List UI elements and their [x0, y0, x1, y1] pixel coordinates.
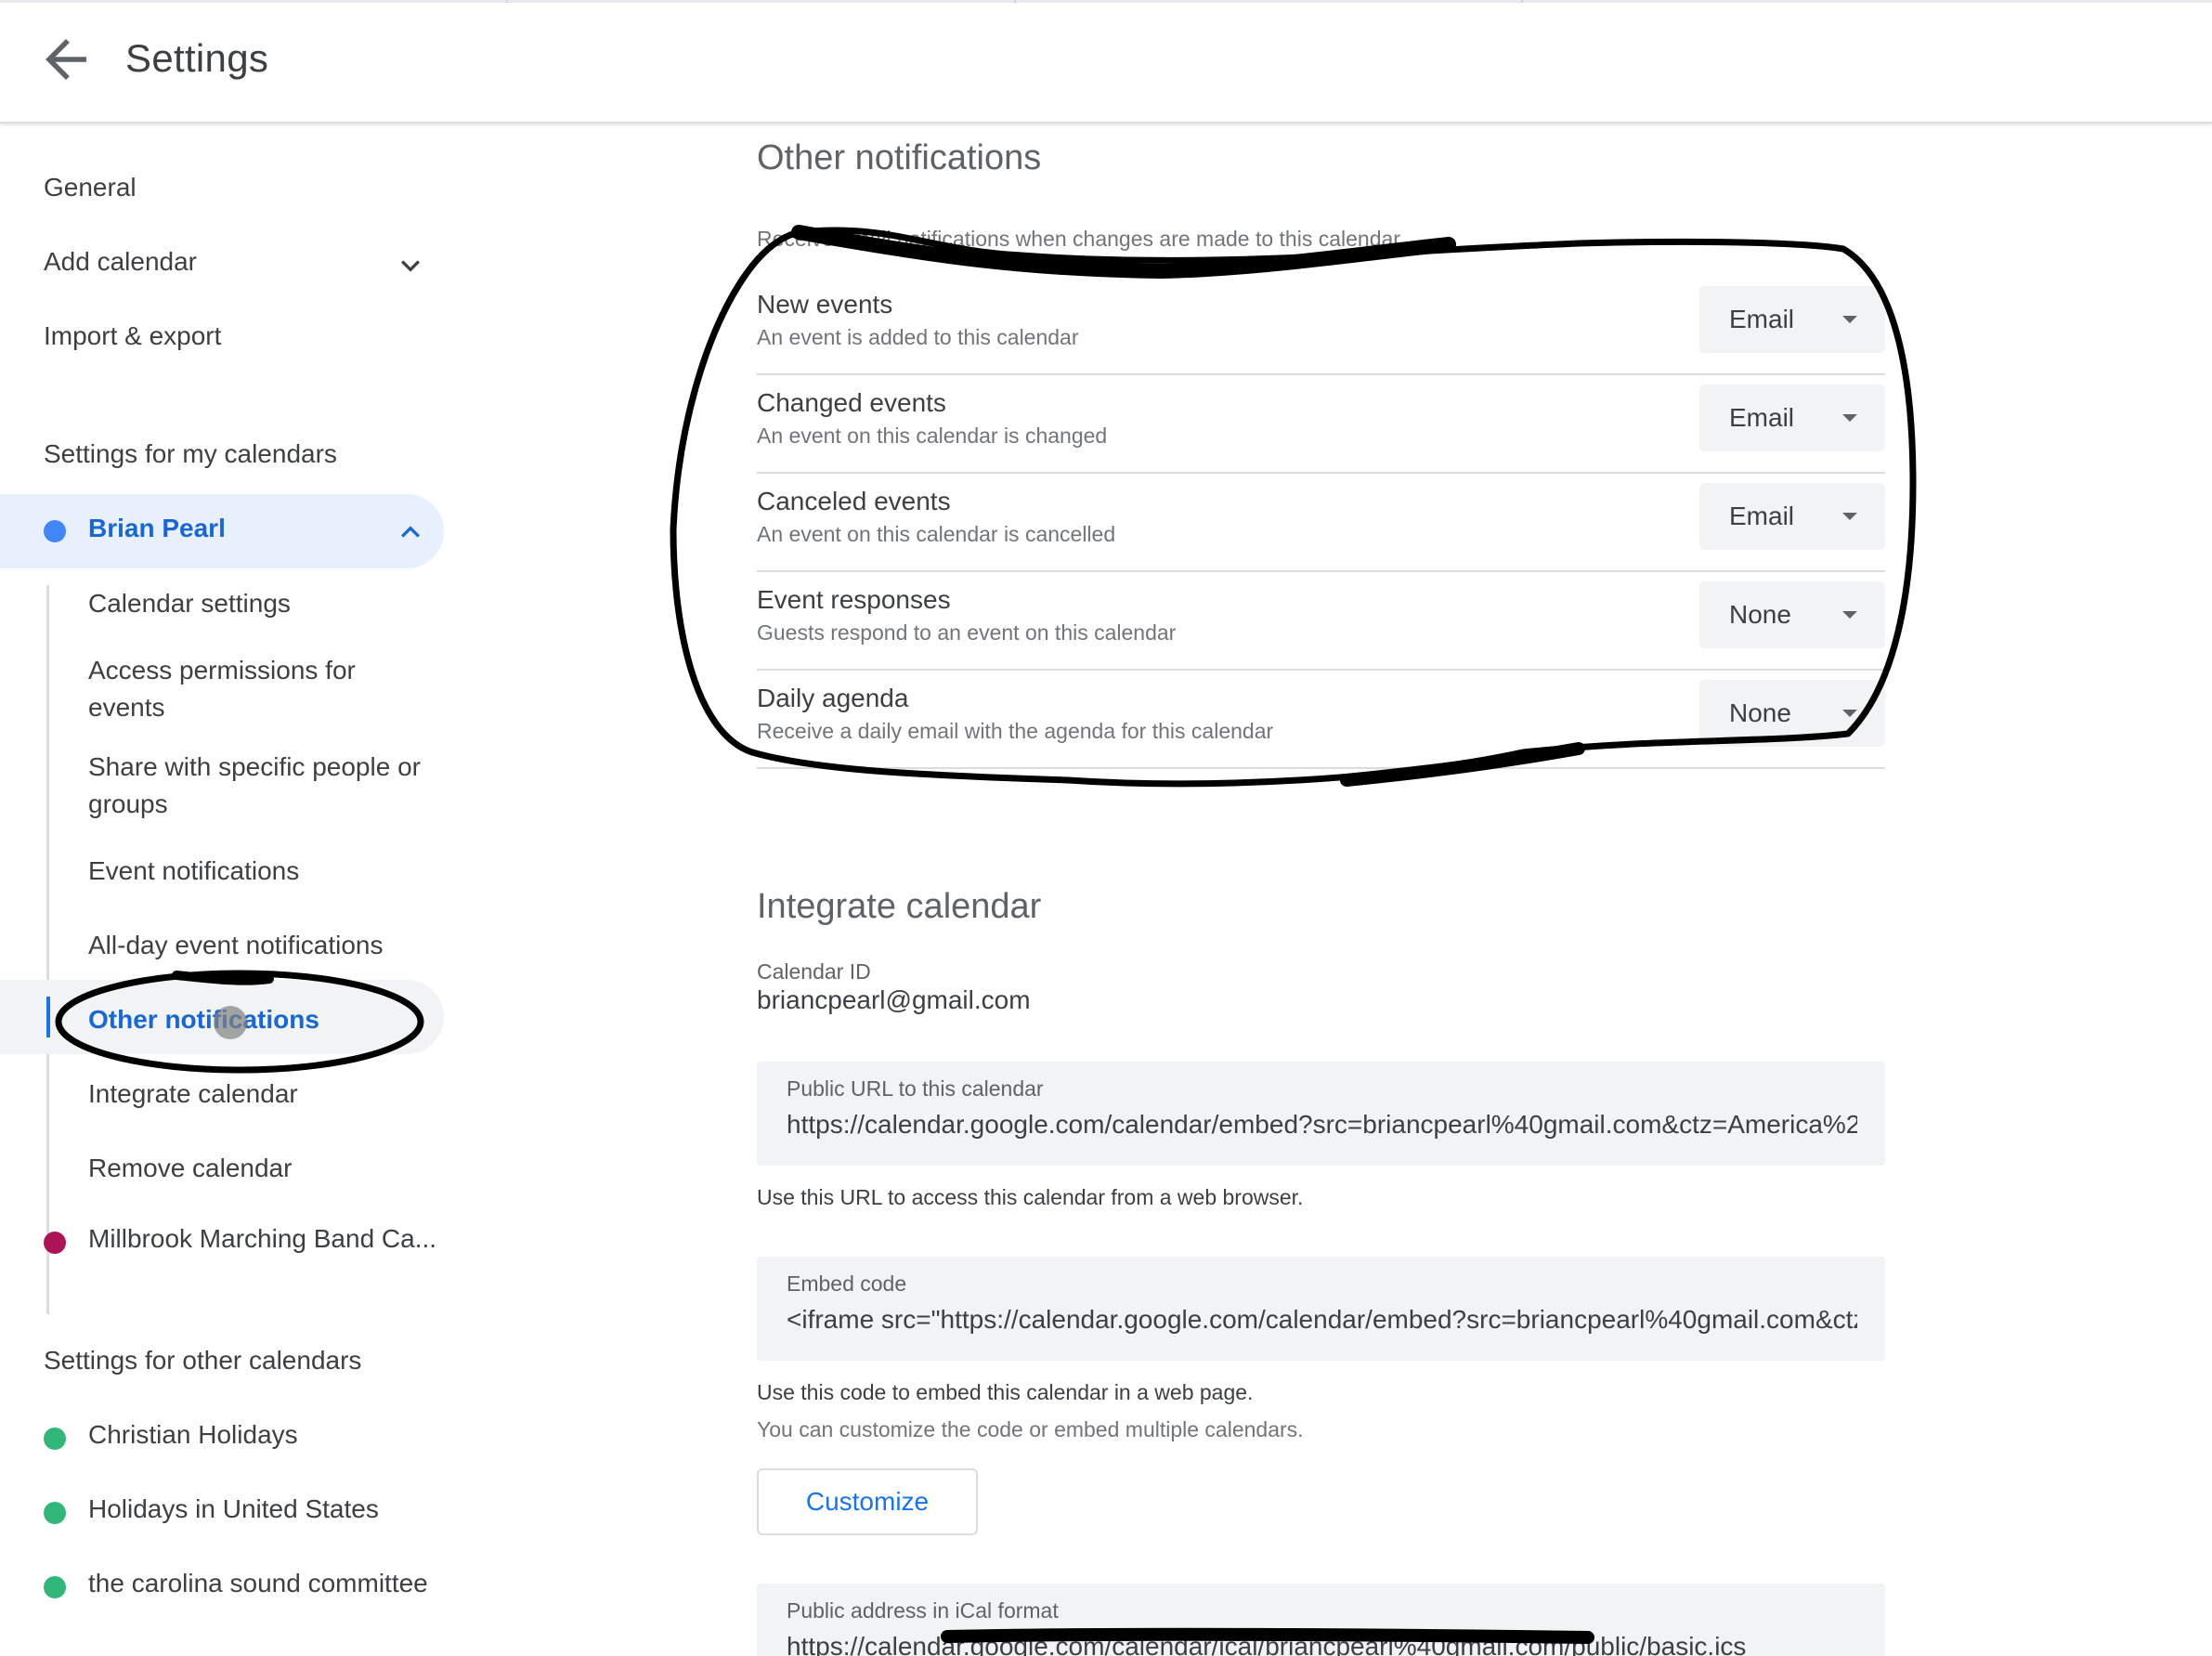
dropdown-arrow-icon: [1842, 513, 1857, 520]
calendar-name: Brian Pearl: [88, 514, 226, 542]
calendar-color-dot: [44, 1428, 66, 1450]
notif-desc: An event on this calendar is changed: [757, 424, 1108, 448]
notif-row-event-responses: Event responses Guests respond to an eve…: [757, 572, 1885, 671]
settings-page: Settings General Add calendar Import & e…: [0, 0, 2212, 1656]
dropdown-arrow-icon: [1842, 316, 1857, 323]
customize-button[interactable]: Customize: [757, 1468, 978, 1535]
sub-item-calendar-settings[interactable]: Calendar settings: [88, 585, 441, 622]
calendar-item-carolina-sound[interactable]: the carolina sound committee: [88, 1569, 428, 1598]
embed-help-secondary: You can customize the code or embed mult…: [757, 1417, 1304, 1441]
sub-item-integrate-calendar[interactable]: Integrate calendar: [88, 1076, 441, 1113]
nav-import-export[interactable]: Import & export: [44, 321, 221, 351]
pointer-cursor: [214, 1006, 247, 1039]
notif-select-event-responses[interactable]: None: [1699, 581, 1885, 648]
notif-name: Event responses: [757, 585, 951, 614]
ical-value[interactable]: https://calendar.google.com/calendar/ica…: [787, 1632, 1857, 1656]
notif-name: Changed events: [757, 388, 946, 417]
sub-menu-rail: [46, 585, 49, 1314]
sub-item-access-permissions[interactable]: Access permissions for events: [88, 652, 404, 726]
notif-row-canceled-events: Canceled events An event on this calenda…: [757, 474, 1885, 572]
sub-item-event-notifications[interactable]: Event notifications: [88, 853, 441, 890]
notif-name: Canceled events: [757, 487, 951, 515]
arrow-left-icon: [46, 39, 86, 80]
nav-add-calendar[interactable]: Add calendar: [44, 247, 197, 277]
calendar-item-us-holidays[interactable]: Holidays in United States: [88, 1494, 379, 1524]
chevron-up-icon[interactable]: [392, 514, 429, 551]
notif-desc: An event is added to this calendar: [757, 325, 1079, 349]
nav-general[interactable]: General: [44, 173, 137, 202]
notif-desc: An event on this calendar is cancelled: [757, 522, 1116, 546]
public-url-label: Public URL to this calendar: [787, 1076, 1044, 1101]
settings-header: Settings: [0, 3, 2212, 124]
select-value: Email: [1729, 403, 1795, 432]
my-calendars-heading: Settings for my calendars: [44, 439, 337, 468]
ical-field[interactable]: Public address in iCal format https://ca…: [757, 1584, 1885, 1656]
notif-select-changed-events[interactable]: Email: [1699, 385, 1885, 451]
sub-item-remove-calendar[interactable]: Remove calendar: [88, 1150, 441, 1187]
dropdown-arrow-icon: [1842, 710, 1857, 717]
public-url-help: Use this URL to access this calendar fro…: [757, 1185, 1304, 1209]
embed-code-value[interactable]: <iframe src="https://calendar.google.com…: [787, 1305, 1857, 1335]
notif-row-changed-events: Changed events An event on this calendar…: [757, 375, 1885, 474]
notif-select-new-events[interactable]: Email: [1699, 286, 1885, 353]
notif-desc: Receive a daily email with the agenda fo…: [757, 719, 1274, 743]
chevron-down-icon[interactable]: [392, 247, 429, 284]
calendar-color-dot: [44, 1502, 66, 1524]
sub-menu-active-indicator: [46, 997, 50, 1037]
notif-select-canceled-events[interactable]: Email: [1699, 483, 1885, 550]
notif-select-daily-agenda[interactable]: None: [1699, 680, 1885, 747]
dropdown-arrow-icon: [1842, 611, 1857, 619]
settings-main: Other notifications Receive email notifi…: [483, 125, 2212, 1656]
calendar-item-christian-holidays[interactable]: Christian Holidays: [88, 1420, 298, 1450]
public-url-value[interactable]: https://calendar.google.com/calendar/emb…: [787, 1110, 1857, 1140]
other-notifications-title: Other notifications: [757, 138, 1042, 177]
notif-name: New events: [757, 290, 893, 319]
settings-sidebar: General Add calendar Import & export Set…: [0, 125, 483, 1656]
sub-item-other-notifications[interactable]: Other notifications: [88, 1001, 441, 1038]
notif-row-new-events: New events An event is added to this cal…: [757, 277, 1885, 375]
calendar-id-value: briancpearl@gmail.com: [757, 985, 1031, 1014]
calendar-color-dot: [44, 520, 66, 542]
sub-item-all-day-notifications[interactable]: All-day event notifications: [88, 927, 441, 964]
other-notifications-description: Receive email notifications when changes…: [757, 227, 1400, 251]
public-url-field[interactable]: Public URL to this calendar https://cale…: [757, 1062, 1885, 1166]
select-value: None: [1729, 600, 1791, 629]
embed-code-field[interactable]: Embed code <iframe src="https://calendar…: [757, 1257, 1885, 1361]
sub-item-share[interactable]: Share with specific people or groups: [88, 749, 432, 823]
calendar-id-label: Calendar ID: [757, 959, 871, 984]
back-button[interactable]: [35, 29, 97, 90]
select-value: Email: [1729, 502, 1795, 530]
notif-desc: Guests respond to an event on this calen…: [757, 620, 1177, 645]
embed-help: Use this code to embed this calendar in …: [757, 1380, 1254, 1404]
calendar-color-dot: [44, 1576, 66, 1598]
dropdown-arrow-icon: [1842, 414, 1857, 422]
page-title: Settings: [125, 36, 269, 80]
calendar-item-millbrook[interactable]: Millbrook Marching Band Ca...: [88, 1224, 436, 1254]
embed-code-label: Embed code: [787, 1271, 907, 1296]
notif-row-daily-agenda: Daily agenda Receive a daily email with …: [757, 671, 1885, 769]
ical-label: Public address in iCal format: [787, 1598, 1059, 1623]
notif-name: Daily agenda: [757, 684, 909, 712]
integrate-calendar-title: Integrate calendar: [757, 887, 1042, 926]
select-value: None: [1729, 698, 1791, 727]
select-value: Email: [1729, 305, 1795, 333]
calendar-color-dot: [44, 1232, 66, 1254]
other-calendars-heading: Settings for other calendars: [44, 1346, 362, 1375]
